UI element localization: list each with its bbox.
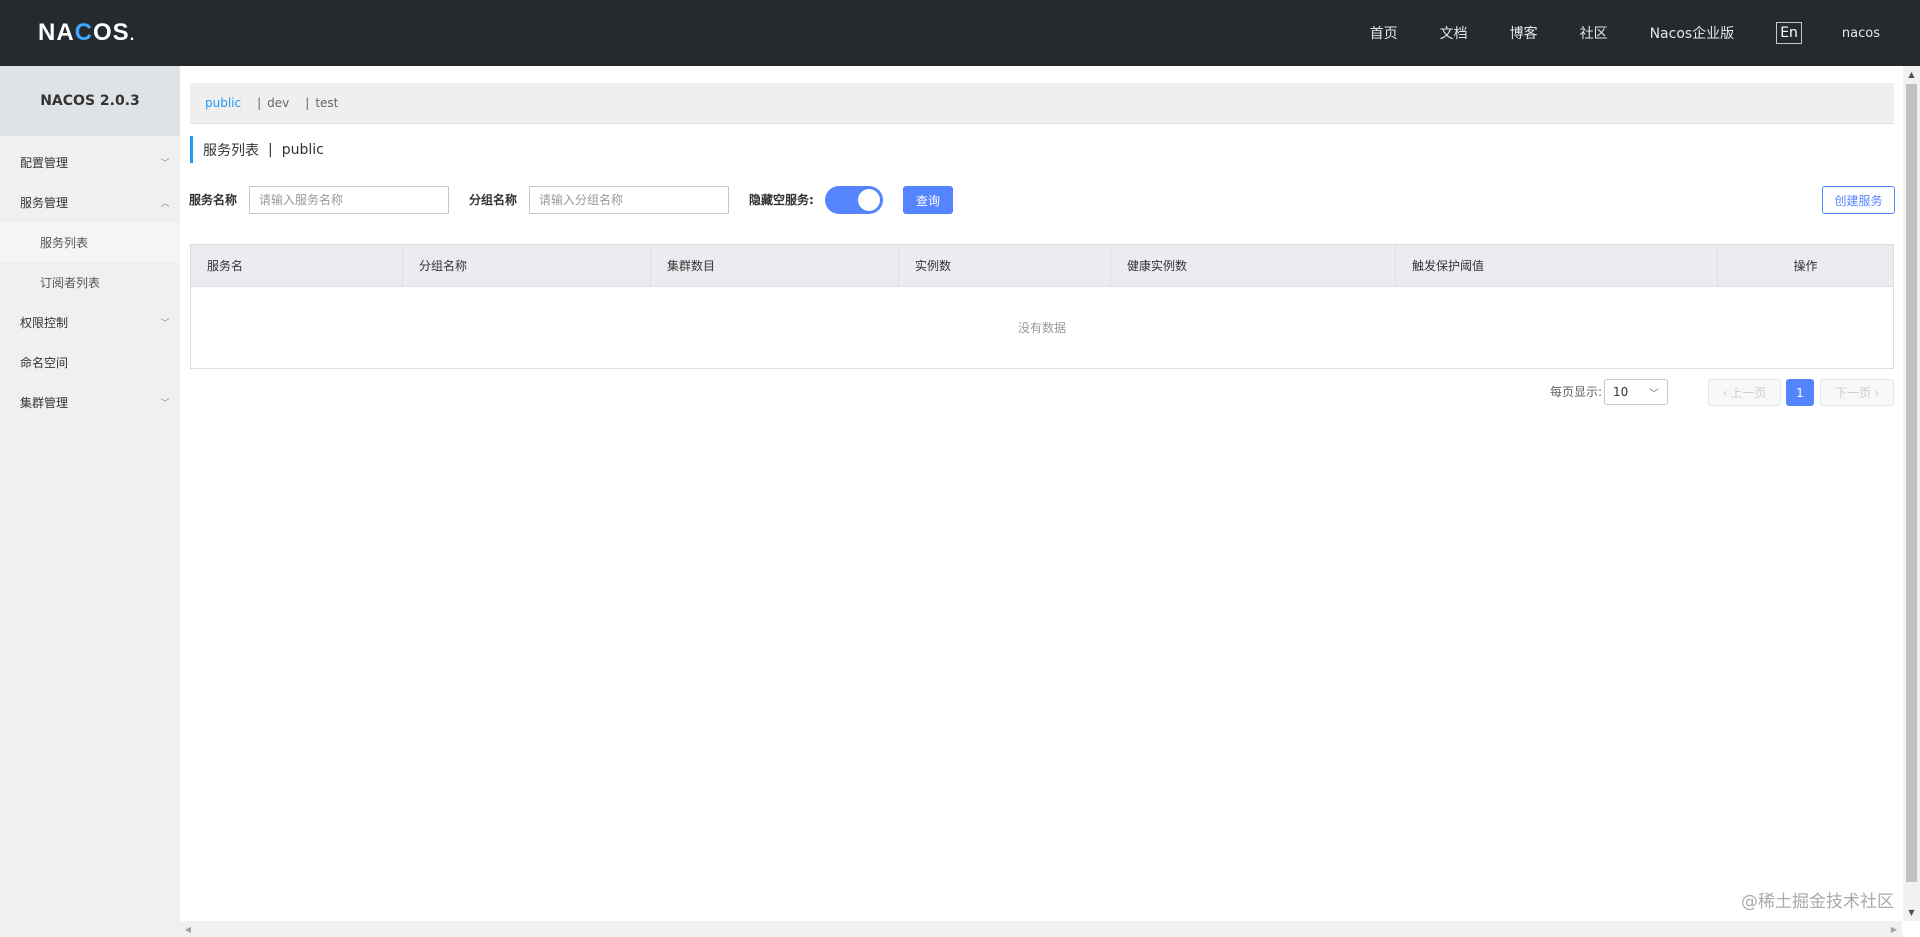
nav-home[interactable]: 首页 xyxy=(1370,23,1398,43)
service-table: 服务名 分组名称 集群数目 实例数 健康实例数 触发保护阈值 操作 没有数据 xyxy=(190,244,1894,369)
column-header-group-name: 分组名称 xyxy=(403,245,651,287)
title-separator: | xyxy=(268,141,273,158)
nav-blog[interactable]: 博客 xyxy=(1510,23,1538,43)
table-header: 服务名 分组名称 集群数目 实例数 健康实例数 触发保护阈值 操作 xyxy=(191,245,1893,287)
page-title-text: 服务列表 xyxy=(203,142,259,159)
sidebar-item-service-management[interactable]: 服务管理 ︿ xyxy=(0,182,180,222)
prev-page-label: 上一页 xyxy=(1730,386,1767,400)
watermark: @稀土掘金技术社区 xyxy=(1741,892,1894,912)
column-header-healthy-instances: 健康实例数 xyxy=(1111,245,1396,287)
sidebar-item-label: 集群管理 xyxy=(20,395,69,410)
column-header-instance-count: 实例数 xyxy=(899,245,1111,287)
logo-dot: . xyxy=(129,27,136,44)
query-button[interactable]: 查询 xyxy=(903,186,953,214)
sidebar-item-cluster-management[interactable]: 集群管理 ﹀ xyxy=(0,382,180,422)
nav-community[interactable]: 社区 xyxy=(1580,23,1608,43)
chevron-up-icon: ︿ xyxy=(160,198,170,209)
group-name-input[interactable] xyxy=(529,186,729,214)
column-header-cluster-count: 集群数目 xyxy=(651,245,899,287)
sidebar-item-namespace[interactable]: 命名空间 xyxy=(0,342,180,382)
sidebar: NACOS 2.0.3 配置管理 ﹀ 服务管理 ︿ 服务列表 订阅者列表 权限控… xyxy=(0,66,180,937)
sidebar-item-label: 权限控制 xyxy=(20,315,69,330)
chevron-down-icon: ﹀ xyxy=(1649,388,1659,400)
namespace-separator: | xyxy=(257,96,262,110)
hide-empty-toggle[interactable] xyxy=(825,186,883,214)
namespace-test[interactable]: test xyxy=(315,96,338,110)
sidebar-item-subscriber-list[interactable]: 订阅者列表 xyxy=(0,262,180,302)
scroll-left-icon[interactable]: ◀ xyxy=(180,921,196,937)
page-size-label: 每页显示: xyxy=(1550,385,1603,399)
nacos-logo[interactable]: NACOS. xyxy=(38,19,135,47)
sidebar-item-label: 命名空间 xyxy=(20,355,69,370)
chevron-left-icon: ‹ xyxy=(1722,385,1728,400)
logo-part-c: OS xyxy=(93,19,130,46)
top-header: NACOS. 首页 文档 博客 社区 Nacos企业版 En nacos xyxy=(0,0,1920,66)
horizontal-scrollbar[interactable]: ◀ ▶ xyxy=(180,921,1902,937)
nav-docs[interactable]: 文档 xyxy=(1440,23,1468,43)
filter-bar: 服务名称 分组名称 隐藏空服务: 查询 创建服务 xyxy=(189,185,1895,215)
page-size-value: 10 xyxy=(1613,385,1629,399)
next-page-label: 下一页 xyxy=(1835,386,1872,400)
namespace-public[interactable]: public xyxy=(205,96,241,110)
page-title-namespace: public xyxy=(281,141,324,158)
sidebar-title: NACOS 2.0.3 xyxy=(0,66,180,136)
chevron-right-icon: › xyxy=(1874,385,1879,400)
create-service-button[interactable]: 创建服务 xyxy=(1822,186,1895,214)
sidebar-item-config-management[interactable]: 配置管理 ﹀ xyxy=(0,142,180,182)
sidebar-item-label: 配置管理 xyxy=(20,155,69,170)
column-header-service-name: 服务名 xyxy=(191,245,403,287)
column-header-actions: 操作 xyxy=(1793,259,1818,273)
service-name-label: 服务名称 xyxy=(189,193,238,207)
vertical-scrollbar[interactable]: ▲ ▼ xyxy=(1903,66,1920,921)
scrollbar-thumb[interactable] xyxy=(1906,84,1917,882)
sidebar-menu: 配置管理 ﹀ 服务管理 ︿ 服务列表 订阅者列表 权限控制 ﹀ 命名空间 集群管… xyxy=(0,142,180,422)
page-number-current[interactable]: 1 xyxy=(1786,379,1814,406)
chevron-down-icon: ﹀ xyxy=(160,398,170,409)
chevron-down-icon: ﹀ xyxy=(160,158,170,169)
scroll-down-icon[interactable]: ▼ xyxy=(1903,904,1920,921)
scroll-up-icon[interactable]: ▲ xyxy=(1903,66,1920,83)
namespace-separator: | xyxy=(305,96,310,110)
sidebar-item-access-control[interactable]: 权限控制 ﹀ xyxy=(0,302,180,342)
logo-part-b: C xyxy=(74,19,94,46)
logo-text: NACOS. xyxy=(38,19,135,47)
sidebar-item-label: 服务管理 xyxy=(20,195,69,210)
next-page-button[interactable]: 下一页 › xyxy=(1820,379,1894,406)
prev-page-button[interactable]: ‹ 上一页 xyxy=(1708,379,1781,406)
top-nav: 首页 文档 博客 社区 Nacos企业版 En nacos xyxy=(1370,0,1920,66)
sidebar-item-service-list[interactable]: 服务列表 xyxy=(0,222,180,262)
service-name-input[interactable] xyxy=(249,186,449,214)
page-size-select[interactable]: 10 ﹀ xyxy=(1604,379,1668,405)
table-empty-state: 没有数据 xyxy=(1017,321,1066,335)
chevron-down-icon: ﹀ xyxy=(160,318,170,329)
logo-part-a: NA xyxy=(38,19,75,46)
group-name-label: 分组名称 xyxy=(469,193,518,207)
language-toggle[interactable]: En xyxy=(1776,22,1802,44)
namespace-bar: public | dev | test xyxy=(190,83,1894,124)
scroll-right-icon[interactable]: ▶ xyxy=(1886,921,1902,937)
user-menu[interactable]: nacos xyxy=(1842,26,1880,41)
toggle-knob xyxy=(858,189,880,211)
hide-empty-label: 隐藏空服务: xyxy=(749,193,814,207)
pagination: 每页显示: 10 ﹀ ‹ 上一页 1 下一页 › xyxy=(190,378,1894,406)
page-title: 服务列表 | public xyxy=(190,136,324,163)
nav-enterprise[interactable]: Nacos企业版 xyxy=(1650,23,1735,43)
column-header-protect-threshold: 触发保护阈值 xyxy=(1396,245,1718,287)
namespace-dev[interactable]: dev xyxy=(267,96,289,110)
main-content: public | dev | test 服务列表 | public 服务名称 分… xyxy=(180,66,1902,921)
